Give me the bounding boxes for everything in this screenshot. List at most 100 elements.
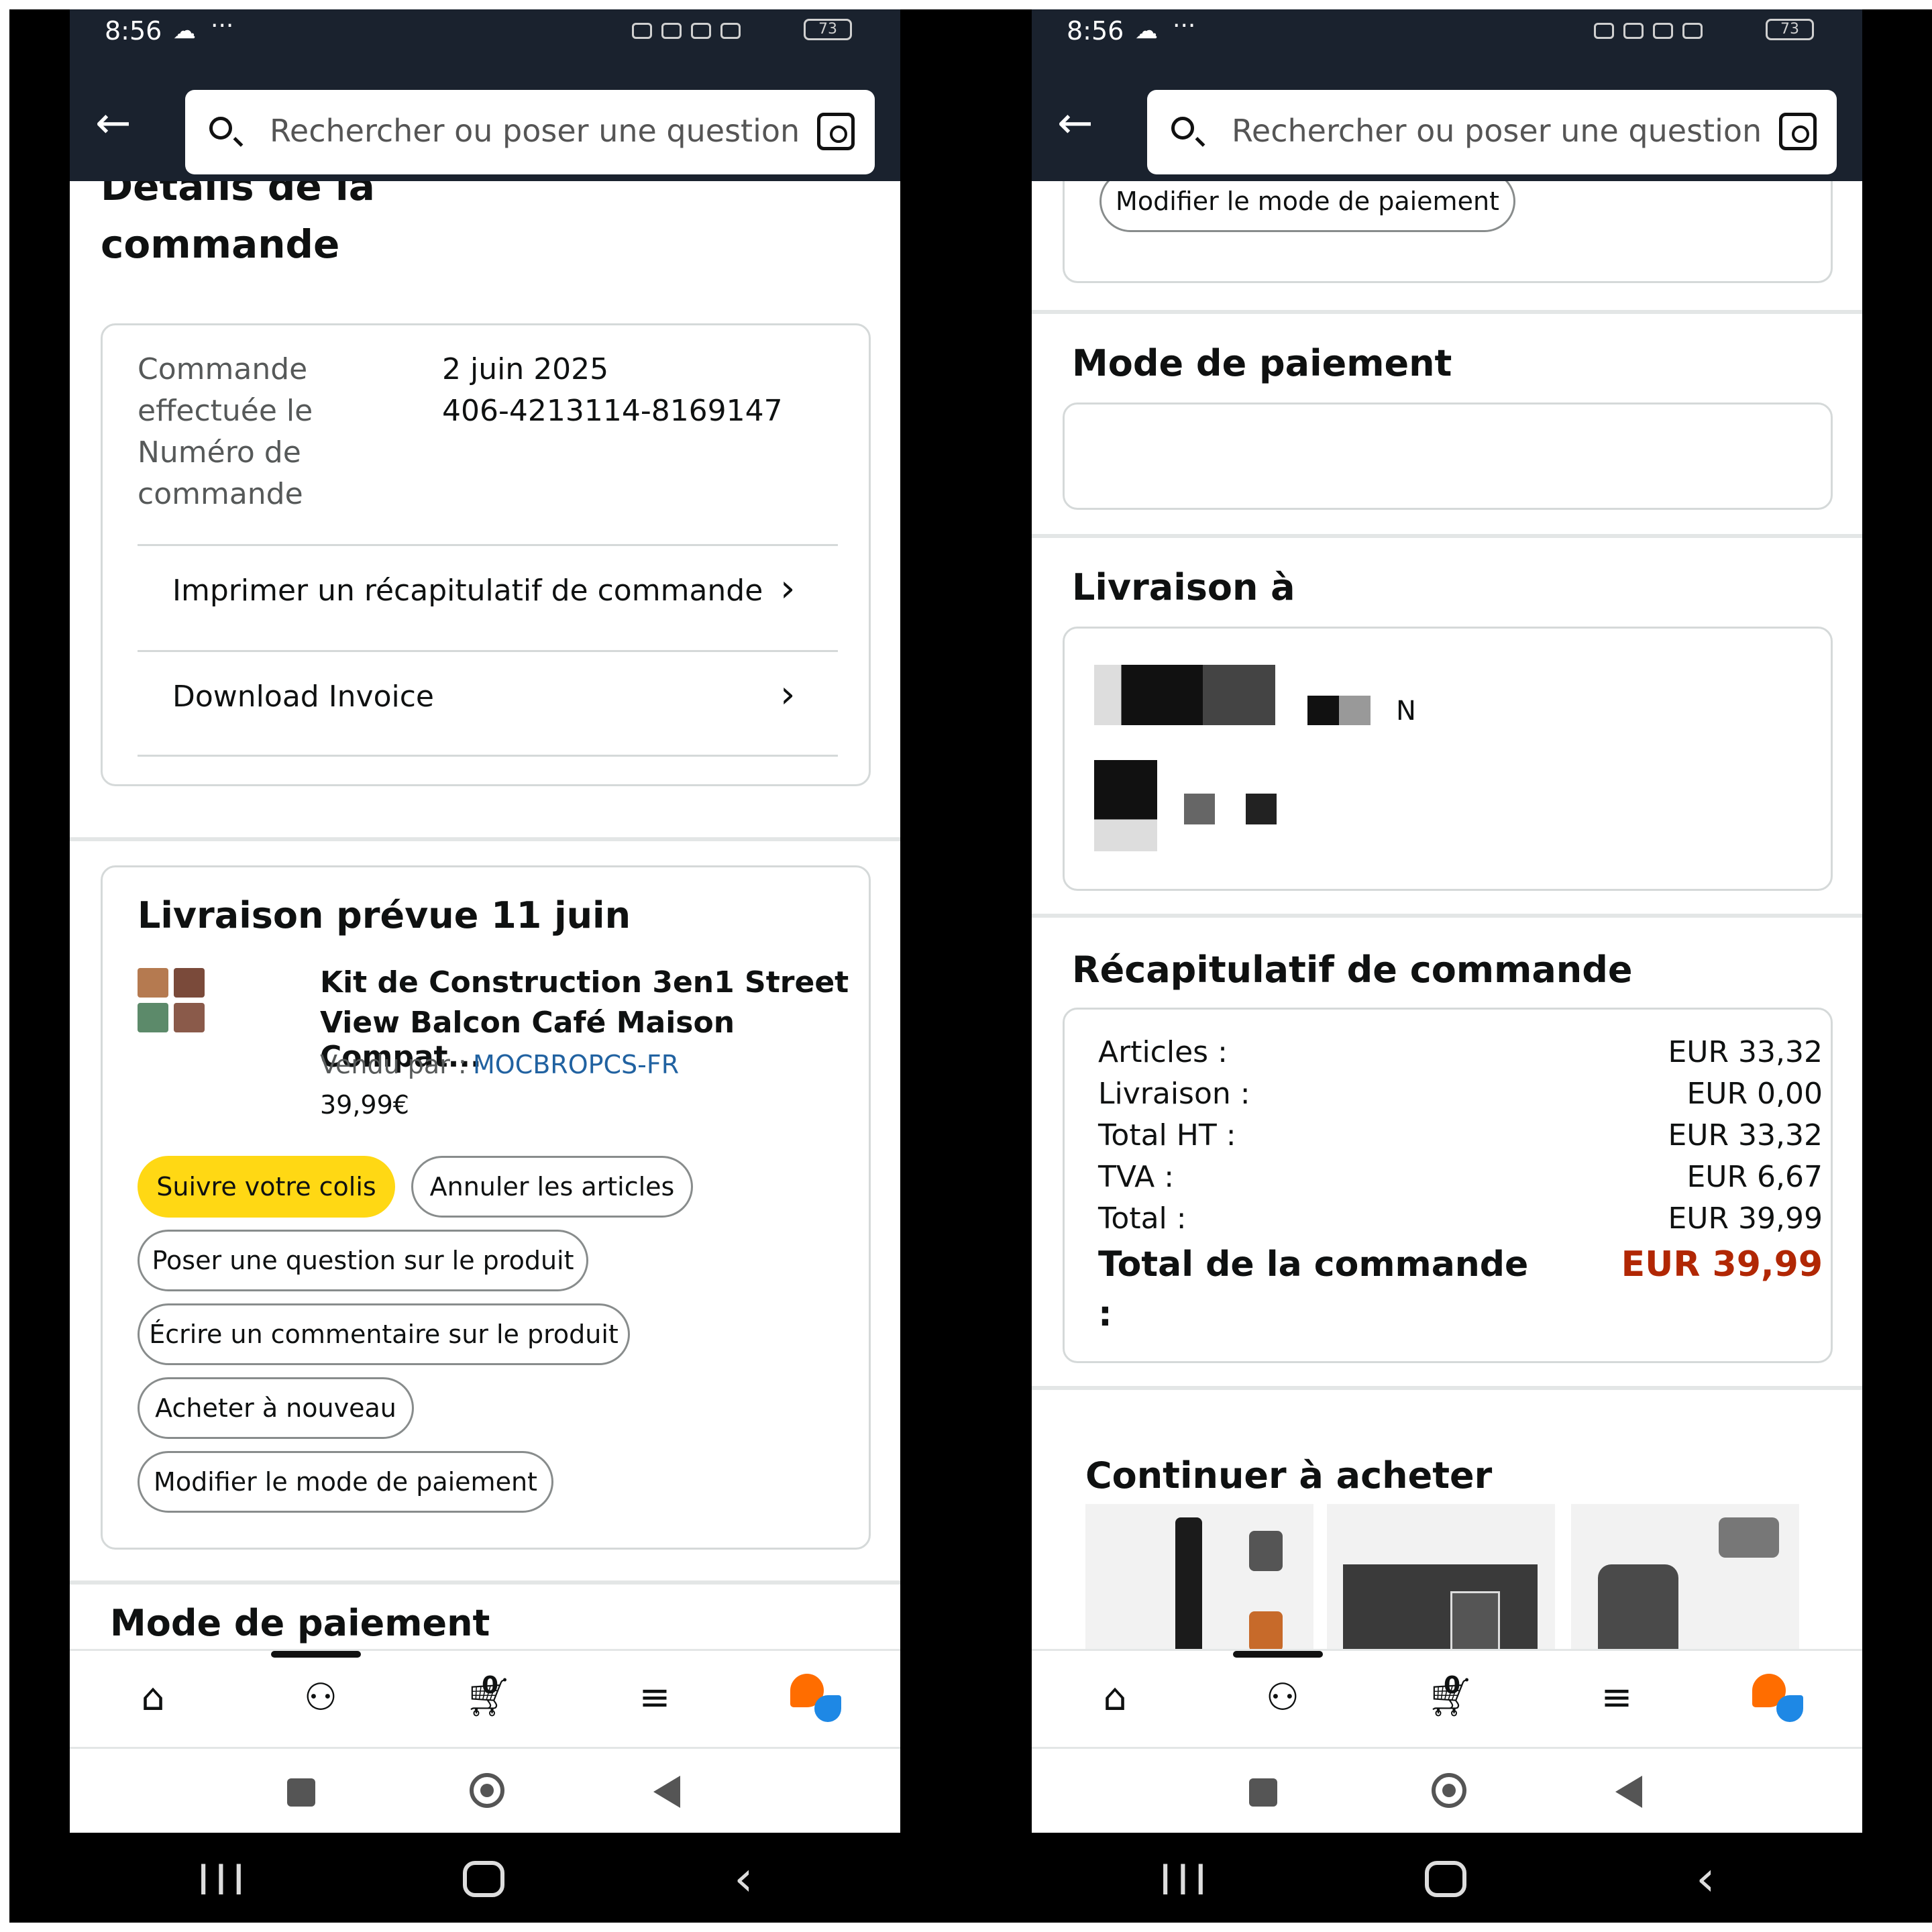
recent-apps-icon[interactable]: III [197,1856,250,1904]
address-card: N [1063,627,1833,891]
cart-icon[interactable]: 🛒︎ 0 [1424,1671,1477,1725]
recommended-product-chair[interactable] [1571,1504,1799,1649]
cart-icon[interactable]: 🛒︎ 0 [462,1671,515,1725]
write-review-button[interactable]: Écrire un commentaire sur le produit [138,1303,630,1365]
page-title-line2: commande [101,221,340,267]
account-icon[interactable]: ⚇ [1256,1671,1309,1725]
home-icon[interactable]: ⌂ [1088,1671,1142,1725]
more-notifications-icon: ··· [211,12,234,40]
delivery-address-heading: Livraison à [1072,566,1295,608]
summary-value: EUR 33,32 [1668,1035,1823,1069]
summary-label: Total : [1098,1201,1187,1236]
summary-label: Articles : [1098,1035,1228,1069]
thermos-part-image [1249,1611,1283,1649]
grand-total-value: EUR 39,99 [1621,1244,1823,1285]
cancel-items-button[interactable]: Annuler les articles [411,1156,693,1218]
camera-search-icon[interactable] [1779,113,1817,150]
thermos-part-image [1249,1531,1283,1571]
home-button-icon[interactable] [463,1861,504,1897]
ask-question-button[interactable]: Poser une question sur le produit [138,1230,588,1291]
chevron-right-icon[interactable]: › [780,673,795,716]
summary-label: Total HT : [1098,1118,1236,1152]
redacted-address [1184,794,1215,824]
change-payment-button[interactable]: Modifier le mode de paiement [138,1451,553,1513]
buy-again-button[interactable]: Acheter à nouveau [138,1377,414,1439]
redacted-name [1094,665,1275,725]
shipment-card: Livraison prévue 11 juin Kit de Construc… [101,865,871,1550]
recommended-product-thermos[interactable] [1085,1504,1313,1649]
account-icon[interactable]: ⚇ [294,1671,347,1725]
menu-icon[interactable]: ≡ [1590,1671,1644,1725]
phone-navigation-bar: III ‹ [971,1833,1932,1923]
order-summary-heading: Récapitulatif de commande [1072,949,1633,991]
active-tab-indicator [1233,1651,1323,1658]
seller-link[interactable]: MOCBROPCS-FR [473,1050,679,1079]
back-arrow-icon[interactable]: ← [95,102,131,145]
back-triangle-icon[interactable] [653,1776,680,1808]
summary-label: Livraison : [1098,1077,1250,1111]
active-tab-indicator [271,1651,361,1658]
section-divider [1032,914,1862,918]
product-title-line1[interactable]: Kit de Construction 3en1 Street [320,965,849,1000]
page-title-line1: Détails de la [101,181,375,209]
summary-row-subtotal: Total HT : EUR 33,32 [1098,1118,1823,1160]
summary-row-total: Total : EUR 39,99 [1098,1201,1823,1243]
grand-total-row: Total de la commande EUR 39,99 [1098,1244,1823,1298]
change-payment-button[interactable]: Modifier le mode de paiement [1099,181,1515,232]
recommended-product-shed[interactable] [1327,1504,1555,1649]
rufus-icon[interactable] [1752,1674,1806,1727]
payment-method-card [1063,402,1833,510]
app-system-nav [70,1747,900,1833]
back-triangle-icon[interactable] [1615,1776,1642,1808]
right-screenshot-panel: 8:56 ☁ ··· 73 ← Rechercher ou poser une … [971,9,1932,1923]
summary-value: EUR 0,00 [1686,1077,1823,1111]
bottom-navigation: ⌂ ⚇ 🛒︎ 0 ≡ [70,1649,900,1749]
search-icon [1171,117,1194,140]
record-icon[interactable] [1432,1773,1466,1808]
status-time: 8:56 [1067,16,1124,46]
chevron-right-icon[interactable]: › [780,567,795,610]
order-number-value: 406-4213114-8169147 [442,394,783,428]
search-placeholder: Rechercher ou poser une question [270,113,800,149]
stop-icon[interactable] [287,1778,315,1807]
product-image[interactable] [138,968,205,1032]
section-divider [70,1580,900,1585]
order-details-content: Modifier le mode de paiement Mode de pai… [1032,181,1862,1649]
chair-part-image [1719,1517,1779,1558]
shed-image [1343,1564,1538,1649]
search-input[interactable]: Rechercher ou poser une question [1147,90,1837,174]
download-invoice-link[interactable]: Download Invoice [172,680,434,714]
redacted-address [1094,760,1157,851]
home-button-icon[interactable] [1425,1861,1466,1897]
bottom-navigation: ⌂ ⚇ 🛒︎ 0 ≡ [1032,1649,1862,1749]
back-icon[interactable]: ‹ [734,1850,753,1907]
rufus-icon[interactable] [790,1674,844,1727]
thermos-image [1175,1517,1202,1649]
link-icon [632,23,652,39]
menu-icon[interactable]: ≡ [628,1671,682,1725]
home-icon[interactable]: ⌂ [126,1671,180,1725]
search-header: ← Rechercher ou poser une question [1032,76,1862,181]
search-input[interactable]: Rechercher ou poser une question [185,90,875,174]
volte-icon [1653,23,1673,39]
track-package-button[interactable]: Suivre votre colis [138,1156,395,1218]
grand-total-label: Total de la commande [1098,1244,1529,1285]
back-arrow-icon[interactable]: ← [1057,102,1093,145]
status-bar: 8:56 ☁ ··· 73 [1032,9,1862,76]
back-icon[interactable]: ‹ [1696,1850,1715,1907]
record-icon[interactable] [470,1773,504,1808]
redacted-text [1307,696,1371,725]
mute-icon [661,23,682,39]
stop-icon[interactable] [1249,1778,1277,1807]
order-number-label: Numéro de [138,435,301,470]
recent-apps-icon[interactable]: III [1159,1856,1212,1904]
summary-row-vat: TVA : EUR 6,67 [1098,1160,1823,1201]
status-bar: 8:56 ☁ ··· 73 [70,9,900,76]
print-summary-link[interactable]: Imprimer un récapitulatif de commande [172,574,763,608]
app-system-nav [1032,1747,1862,1833]
search-icon [209,117,232,140]
sold-by-label: Vendu par : [320,1050,467,1079]
phone-navigation-bar: III ‹ [9,1833,971,1923]
camera-search-icon[interactable] [817,113,855,150]
cart-count: 0 [1444,1672,1461,1699]
